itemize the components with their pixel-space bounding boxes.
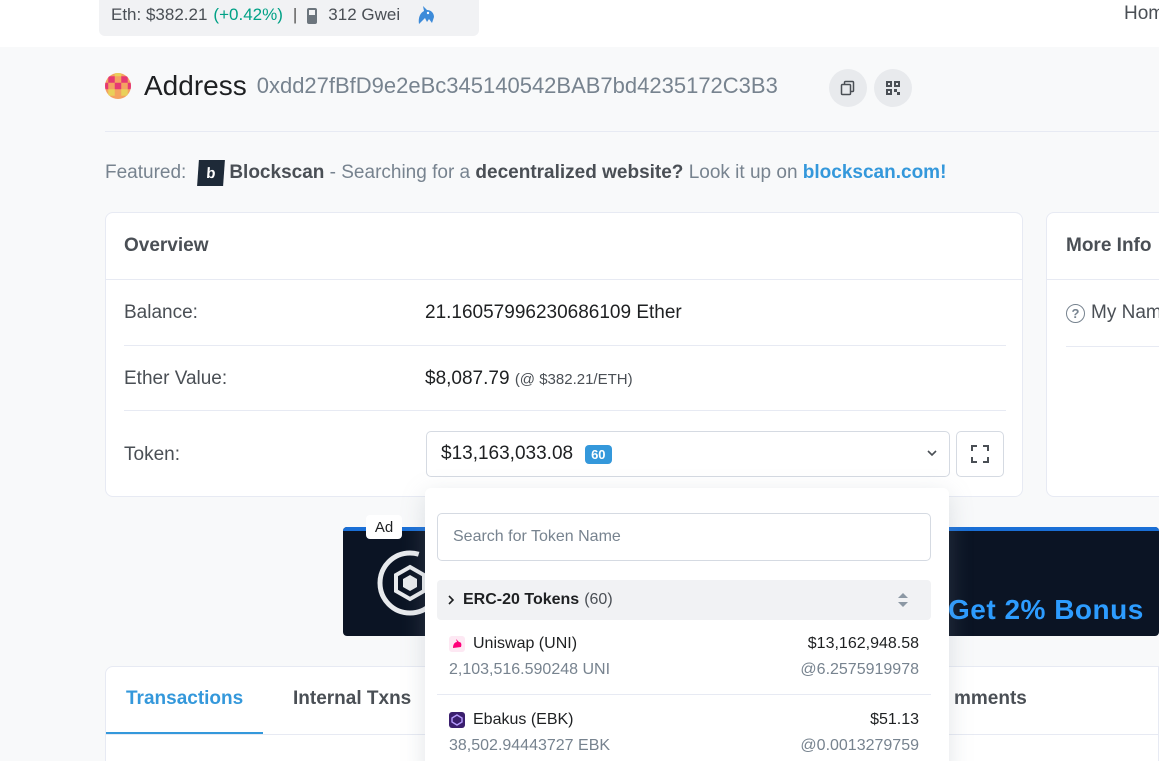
featured-prefix: Featured: [105, 162, 187, 183]
token-usd-value: $13,162,948.58 [807, 635, 919, 652]
more-info-header: More Info [1047, 213, 1159, 280]
address-avatar-icon [105, 73, 131, 99]
token-dropdown-menu: ERC-20 Tokens (60) Uniswap (UNI) $13,162… [425, 488, 949, 761]
balance-label: Balance: [124, 302, 198, 323]
featured-banner: Featured: b Blockscan - Searching for a … [105, 160, 946, 186]
tab-internal-txns[interactable]: Internal Txns [293, 688, 411, 710]
token-count-badge: 60 [585, 444, 612, 464]
eth-price-change: (+0.42%) [213, 5, 283, 24]
balance-value: 21.16057996230686109 Ether [425, 302, 682, 323]
erc20-group-header[interactable]: ERC-20 Tokens (60) [437, 580, 931, 620]
ether-value: $8,087.79 [425, 368, 510, 389]
ebakus-token-icon [449, 712, 465, 728]
token-search-input[interactable] [437, 513, 931, 561]
blockscan-logo-icon: b [197, 160, 226, 186]
address-hash[interactable]: 0xdd27fBfD9e2eBc345140542BAB7bd4235172C3… [257, 73, 778, 99]
unicorn-icon[interactable] [414, 3, 438, 27]
token-rate: @0.0013279759 [800, 737, 919, 754]
gas-price[interactable]: 312 Gwei [328, 5, 400, 25]
featured-text-2: Look it up on [683, 162, 803, 183]
my-name-tag-label: My Nam [1091, 302, 1159, 323]
ether-value-label: Ether Value: [124, 368, 228, 389]
ether-value-wrap: $8,087.79 (@ $382.21/ETH) [425, 368, 633, 390]
token-total-value: $13,163,033.08 [441, 443, 574, 464]
fullscreen-icon [971, 445, 989, 463]
ether-value-row: Ether Value: $8,087.79 (@ $382.21/ETH) [124, 368, 1006, 390]
token-holdings-dropdown[interactable]: $13,163,033.08 60 [426, 431, 950, 477]
tab-comments[interactable]: mments [954, 688, 1027, 710]
help-circle-icon: ? [1066, 303, 1085, 323]
page-title: Address [144, 70, 247, 101]
row-divider [124, 345, 1006, 346]
token-name: Uniswap (UNI) [473, 635, 578, 652]
top-navbar: Eth: $382.21 (+0.42%) | 312 Gwei Hom [0, 0, 1159, 47]
ether-rate: (@ $382.21/ETH) [514, 371, 633, 388]
featured-brand[interactable]: Blockscan [229, 162, 324, 184]
ad-bonus-text: Get 2% Bonus [948, 594, 1144, 625]
copy-address-button[interactable] [829, 69, 867, 107]
header-divider [105, 131, 1159, 132]
balance-row: Balance: 21.16057996230686109 Ether [124, 302, 1006, 324]
token-name-row: Ebakus (EBK) [449, 711, 919, 729]
chevron-right-icon [448, 595, 455, 605]
token-name: Ebakus (EBK) [473, 711, 574, 728]
qr-code-icon [886, 81, 900, 95]
token-divider [437, 694, 931, 695]
group-title: ERC-20 Tokens [463, 591, 580, 608]
group-count: (60) [584, 591, 613, 608]
blockscan-link[interactable]: blockscan.com! [803, 162, 947, 184]
eth-price: Eth: $382.21 [111, 5, 208, 24]
my-name-tag-row[interactable]: ? My Nam [1066, 302, 1159, 324]
uniswap-token-icon [449, 636, 465, 652]
copy-icon [840, 80, 855, 96]
ad-label: Ad [366, 515, 402, 539]
more-info-card: More Info ? My Nam [1046, 212, 1159, 497]
tab-transactions[interactable]: Transactions [126, 688, 243, 710]
token-list-item[interactable]: Ebakus (EBK) $51.13 38,502.94443727 EBK … [449, 711, 919, 755]
separator: | [292, 5, 298, 24]
qr-code-button[interactable] [874, 69, 912, 107]
sort-icon[interactable] [897, 592, 909, 608]
gas-pump-icon [307, 7, 322, 24]
featured-bold-text: decentralized website? [475, 162, 684, 183]
nav-home-link[interactable]: Hom [1124, 3, 1159, 25]
chevron-down-icon [927, 450, 937, 457]
token-list-item[interactable]: Uniswap (UNI) $13,162,948.58 2,103,516.5… [449, 635, 919, 679]
row-divider [1066, 346, 1159, 347]
overview-card: Overview Balance: 21.16057996230686109 E… [105, 212, 1023, 497]
token-rate: @6.2575919978 [800, 661, 919, 678]
row-divider [124, 410, 1006, 411]
eth-price-bar: Eth: $382.21 (+0.42%) | 312 Gwei [99, 0, 479, 36]
token-usd-value: $51.13 [870, 711, 919, 728]
featured-text: - Searching for a [324, 162, 476, 183]
expand-token-button[interactable] [956, 431, 1004, 477]
address-header: Address 0xdd27fBfD9e2eBc345140542BAB7bd4… [105, 66, 778, 106]
overview-header: Overview [106, 213, 1022, 280]
